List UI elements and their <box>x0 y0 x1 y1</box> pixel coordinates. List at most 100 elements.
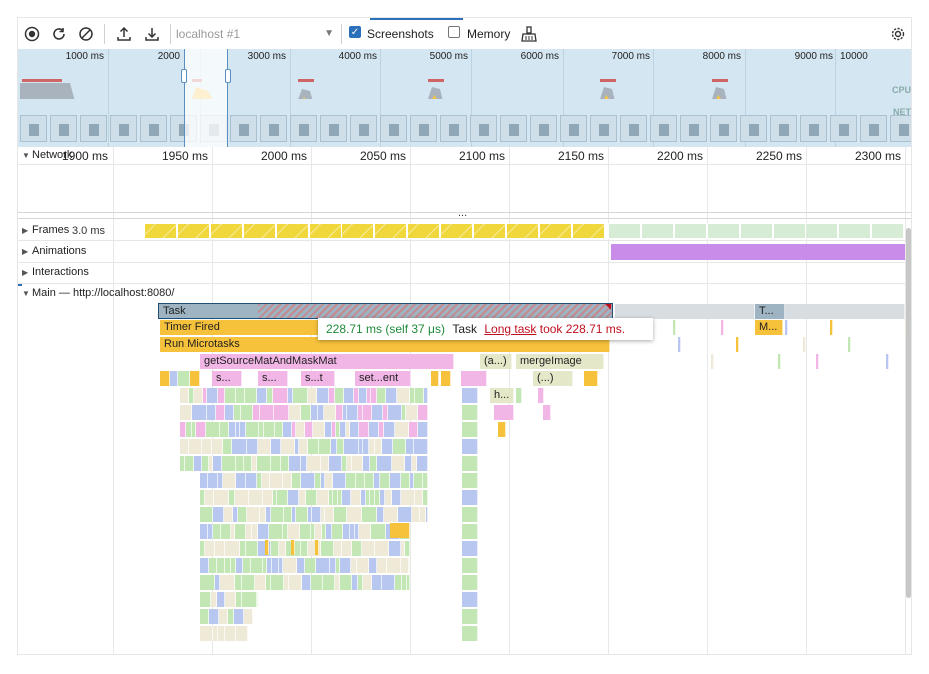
call-frame[interactable] <box>405 456 412 471</box>
call-frame[interactable] <box>253 405 260 420</box>
call-frame[interactable] <box>377 456 392 471</box>
call-frame[interactable] <box>392 490 401 505</box>
call-frame[interactable] <box>200 524 208 539</box>
call-frame[interactable] <box>324 405 336 420</box>
call-frame[interactable] <box>371 524 386 539</box>
record-button[interactable] <box>22 24 42 44</box>
call-frame[interactable] <box>225 626 236 641</box>
call-frame[interactable] <box>336 405 343 420</box>
call-frame[interactable] <box>218 388 225 403</box>
call-frame[interactable] <box>390 523 410 538</box>
call-frame[interactable] <box>785 320 788 335</box>
call-frame[interactable] <box>830 320 833 335</box>
call-frame[interactable] <box>205 490 214 505</box>
call-frame[interactable] <box>316 558 330 573</box>
call-frame[interactable] <box>289 405 301 420</box>
call-frame[interactable] <box>300 524 311 539</box>
frame-dropped[interactable] <box>407 223 441 239</box>
call-frame[interactable] <box>886 354 889 369</box>
call-frame[interactable] <box>380 473 390 488</box>
task-block-short[interactable]: T... <box>755 304 785 319</box>
call-frame[interactable] <box>382 439 393 454</box>
call-frame[interactable] <box>245 388 257 403</box>
call-frame[interactable] <box>414 439 428 454</box>
target-select[interactable]: localhost #1 ▼ <box>176 24 334 44</box>
s-block[interactable]: s... <box>212 371 242 386</box>
call-frame[interactable] <box>283 558 297 573</box>
call-frame[interactable] <box>236 626 248 641</box>
call-frame[interactable] <box>398 507 412 522</box>
call-frame[interactable] <box>208 473 218 488</box>
call-frame[interactable] <box>418 422 428 437</box>
frame-dropped[interactable] <box>144 223 177 239</box>
call-frame[interactable] <box>224 507 233 522</box>
download-button[interactable] <box>142 24 162 44</box>
call-frame[interactable] <box>222 456 236 471</box>
call-frame[interactable] <box>219 609 228 624</box>
call-frame[interactable] <box>235 575 242 590</box>
frame-dropped[interactable] <box>341 223 375 239</box>
call-frame[interactable] <box>200 575 215 590</box>
call-frame[interactable] <box>311 405 318 420</box>
call-frame[interactable] <box>397 388 410 403</box>
call-frame[interactable] <box>275 422 283 437</box>
call-frame[interactable] <box>271 439 281 454</box>
call-frame[interactable] <box>407 575 410 590</box>
set-ent-block[interactable]: set...ent <box>355 371 411 386</box>
call-frame[interactable] <box>289 575 302 590</box>
call-frame[interactable] <box>271 456 281 471</box>
call-frame[interactable] <box>393 439 406 454</box>
call-frame[interactable] <box>291 540 295 555</box>
call-frame[interactable] <box>426 507 428 522</box>
call-frame[interactable] <box>247 439 258 454</box>
frame-dropped[interactable] <box>538 223 572 239</box>
call-frame[interactable] <box>321 456 329 471</box>
call-frame[interactable] <box>306 490 317 505</box>
call-frame[interactable] <box>236 388 245 403</box>
frame-dropped[interactable] <box>374 223 408 239</box>
call-frame[interactable] <box>263 490 273 505</box>
call-frame[interactable] <box>375 541 389 556</box>
call-frame[interactable] <box>196 422 206 437</box>
call-frame[interactable] <box>325 473 333 488</box>
call-frame[interactable] <box>190 371 200 386</box>
call-frame[interactable] <box>462 592 478 607</box>
call-frame[interactable] <box>249 490 263 505</box>
call-frame[interactable] <box>461 371 487 386</box>
frame-dropped[interactable] <box>209 223 243 239</box>
call-frame[interactable] <box>265 540 269 555</box>
call-frame[interactable] <box>538 388 544 403</box>
call-frame[interactable] <box>213 456 222 471</box>
call-frame[interactable] <box>417 456 428 471</box>
call-frame[interactable] <box>405 541 410 556</box>
call-frame[interactable] <box>406 439 414 454</box>
frames-track-header[interactable]: ▶ Frames <box>22 224 69 236</box>
call-frame[interactable] <box>225 405 234 420</box>
call-frame[interactable] <box>180 388 189 403</box>
call-frame[interactable] <box>232 439 247 454</box>
call-frame[interactable] <box>337 439 344 454</box>
frame-rendered[interactable] <box>871 223 905 239</box>
call-frame[interactable] <box>200 558 209 573</box>
call-frame[interactable] <box>363 405 372 420</box>
call-frame[interactable] <box>301 473 315 488</box>
call-frame[interactable] <box>178 371 190 386</box>
call-frame[interactable] <box>340 558 351 573</box>
call-frame[interactable] <box>401 473 410 488</box>
frame-dropped[interactable] <box>440 223 474 239</box>
call-frame[interactable] <box>223 439 232 454</box>
call-frame[interactable] <box>202 439 212 454</box>
network-track-header[interactable]: ▼ Network <box>22 149 72 161</box>
call-frame[interactable] <box>372 575 382 590</box>
call-frame[interactable] <box>246 473 257 488</box>
call-frame[interactable] <box>498 422 506 437</box>
call-frame[interactable] <box>205 541 215 556</box>
call-frame[interactable] <box>412 507 420 522</box>
call-frame[interactable] <box>344 388 354 403</box>
call-frame[interactable] <box>192 405 207 420</box>
call-frame[interactable] <box>242 592 257 607</box>
clear-button[interactable] <box>76 24 96 44</box>
call-frame[interactable] <box>284 507 292 522</box>
call-frame[interactable] <box>247 507 260 522</box>
call-frame[interactable] <box>424 388 428 403</box>
